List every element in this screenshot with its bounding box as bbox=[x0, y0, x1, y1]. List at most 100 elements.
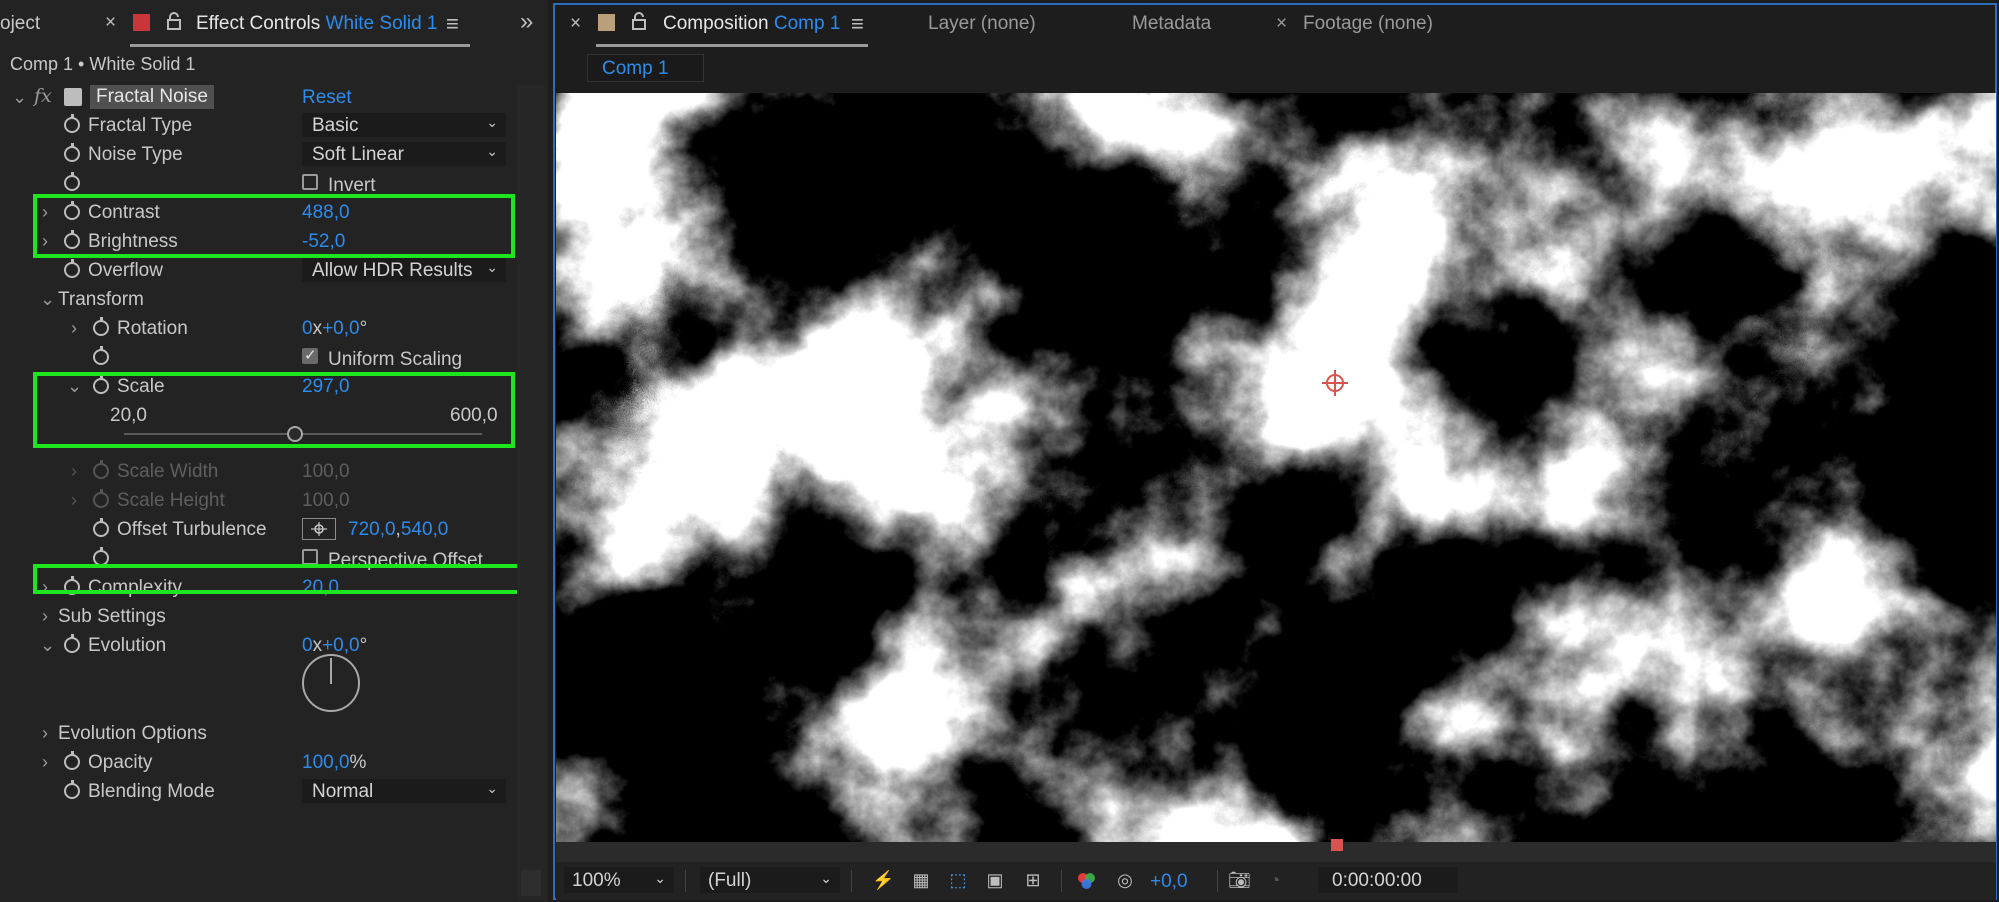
stopwatch-icon bbox=[93, 460, 109, 479]
scrollbar-thumb[interactable] bbox=[521, 870, 541, 896]
offset-turbulence-value[interactable]: 720,0,540,0 bbox=[348, 519, 448, 541]
chevron-down-icon[interactable]: ⌄ bbox=[40, 289, 55, 309]
invert-checkbox[interactable] bbox=[302, 174, 318, 190]
effect-controls-scrollbar[interactable] bbox=[517, 85, 545, 900]
resolution-dropdown[interactable]: (Full) ⌄ bbox=[700, 867, 840, 893]
fractal-type-dropdown[interactable]: Basic ⌄ bbox=[302, 113, 506, 137]
fast-previews-icon[interactable]: ⚡ bbox=[872, 870, 894, 890]
panel-menu-icon[interactable]: ≡ bbox=[851, 11, 864, 37]
chevron-right-icon[interactable]: › bbox=[67, 490, 81, 510]
tab-footage[interactable]: Footage (none) bbox=[1303, 13, 1433, 35]
group-transform[interactable]: ⌄ Transform bbox=[0, 286, 515, 314]
channel-rgb-icon[interactable] bbox=[1076, 870, 1098, 890]
region-of-interest-icon[interactable]: ▣ bbox=[984, 870, 1006, 890]
turns-separator: x bbox=[312, 635, 323, 656]
evolution-turns: 0 bbox=[302, 635, 313, 656]
stopwatch-icon[interactable] bbox=[64, 751, 80, 770]
prop-uniform-scaling: Uniform Scaling bbox=[0, 344, 515, 372]
dropdown-value: Allow HDR Results bbox=[312, 260, 473, 281]
chevron-down-icon[interactable]: ⌄ bbox=[12, 87, 27, 107]
group-evolution-options[interactable]: › Evolution Options bbox=[0, 720, 515, 748]
mask-path-visibility-icon[interactable]: ⬚ bbox=[947, 870, 969, 890]
rotation-degrees: +0,0 bbox=[322, 318, 360, 339]
stopwatch-icon[interactable] bbox=[64, 259, 80, 278]
prop-evolution: ⌄ Evolution 0x+0,0° bbox=[0, 632, 515, 660]
camera-snapshot-icon[interactable]: 📷︎ bbox=[1228, 870, 1251, 890]
prop-overflow: Overflow Allow HDR Results ⌄ bbox=[0, 257, 515, 285]
prop-offset-turbulence: Offset Turbulence 720,0,540,0 bbox=[0, 516, 515, 544]
composition-viewer[interactable] bbox=[556, 93, 1996, 842]
prop-label: Blending Mode bbox=[88, 781, 215, 802]
chevron-right-icon[interactable]: › bbox=[38, 606, 52, 626]
perspective-offset-checkbox[interactable] bbox=[302, 549, 318, 565]
reset-exposure-icon[interactable]: ◎ bbox=[1114, 870, 1136, 890]
chevron-right-icon[interactable]: › bbox=[38, 723, 52, 743]
lock-icon[interactable] bbox=[631, 11, 647, 31]
dropdown-value: Basic bbox=[312, 115, 359, 136]
uniform-scaling-checkbox[interactable] bbox=[302, 346, 318, 364]
close-footage-tab-icon[interactable]: × bbox=[1276, 13, 1287, 35]
stopwatch-icon[interactable] bbox=[64, 780, 80, 799]
prop-scale-height: › Scale Height 100,0 bbox=[0, 487, 515, 515]
chevron-down-icon: ⌄ bbox=[820, 870, 832, 886]
reset-link[interactable]: Reset bbox=[302, 87, 352, 109]
toolbar-divider bbox=[685, 870, 686, 892]
close-project-tab-icon[interactable]: × bbox=[105, 12, 116, 34]
tab-metadata[interactable]: Metadata bbox=[1132, 13, 1211, 35]
effect-name[interactable]: Fractal Noise bbox=[90, 85, 214, 109]
exposure-value[interactable]: +0,0 bbox=[1150, 871, 1188, 893]
chevron-down-icon[interactable]: ⌄ bbox=[40, 635, 55, 655]
current-time-indicator[interactable] bbox=[1331, 839, 1343, 851]
show-snapshot-icon[interactable]: ◔ bbox=[1264, 870, 1286, 890]
stopwatch-icon[interactable] bbox=[93, 518, 109, 537]
timecode-value: 0:00:00:00 bbox=[1332, 870, 1422, 891]
overflow-dropdown[interactable]: Allow HDR Results ⌄ bbox=[302, 258, 506, 282]
crosshair-point-icon[interactable] bbox=[302, 518, 336, 540]
timecode-field[interactable]: 0:00:00:00 bbox=[1318, 867, 1458, 893]
stopwatch-icon[interactable] bbox=[64, 634, 80, 653]
chevron-right-icon[interactable]: › bbox=[67, 318, 81, 338]
toolbar-divider bbox=[1217, 870, 1218, 892]
dropdown-value: Soft Linear bbox=[312, 144, 404, 165]
tab-effect-controls[interactable]: Effect Controls White Solid 1 bbox=[196, 13, 438, 35]
comp-subtab[interactable]: Comp 1 bbox=[587, 54, 704, 82]
anchor-point-crosshair-icon[interactable] bbox=[1322, 370, 1348, 396]
rotation-value[interactable]: 0x+0,0° bbox=[302, 318, 367, 340]
overflow-chevron-icon[interactable]: » bbox=[520, 8, 533, 36]
offset-x: 720,0 bbox=[348, 519, 396, 540]
stopwatch-icon[interactable] bbox=[93, 317, 109, 336]
prop-label: Overflow bbox=[88, 260, 163, 281]
tab-composition[interactable]: Composition Comp 1 bbox=[663, 13, 840, 35]
stopwatch-icon[interactable] bbox=[64, 172, 80, 191]
effect-preset-icon[interactable] bbox=[64, 88, 82, 106]
blending-mode-dropdown[interactable]: Normal ⌄ bbox=[302, 779, 506, 803]
stopwatch-icon[interactable] bbox=[64, 143, 80, 162]
chevron-right-icon[interactable]: › bbox=[67, 461, 81, 481]
transparency-grid-icon[interactable]: ▦ bbox=[910, 870, 932, 890]
tab-project-partial[interactable]: oject bbox=[0, 13, 40, 35]
grid-guides-icon[interactable]: ⊞ bbox=[1022, 870, 1044, 890]
mini-timeline-bar[interactable] bbox=[556, 842, 1996, 862]
prop-scale-width: › Scale Width 100,0 bbox=[0, 458, 515, 486]
stopwatch-icon[interactable] bbox=[93, 346, 109, 365]
zoom-dropdown[interactable]: 100% ⌄ bbox=[564, 867, 674, 893]
breadcrumb: Comp 1 • White Solid 1 bbox=[10, 54, 196, 74]
tab-composition-label: Composition bbox=[663, 13, 769, 34]
noise-type-dropdown[interactable]: Soft Linear ⌄ bbox=[302, 142, 506, 166]
fx-icon[interactable]: fx bbox=[34, 85, 52, 107]
tab-effect-controls-layer: White Solid 1 bbox=[325, 13, 438, 34]
group-sub-settings[interactable]: › Sub Settings bbox=[0, 603, 515, 631]
effect-header-row[interactable]: ⌄ fx Fractal Noise Reset bbox=[0, 84, 515, 112]
stopwatch-icon[interactable] bbox=[64, 114, 80, 133]
tab-layer[interactable]: Layer (none) bbox=[928, 13, 1036, 35]
chevron-right-icon[interactable]: › bbox=[38, 752, 52, 772]
fractal-noise-render bbox=[556, 93, 1996, 842]
active-tab-underline bbox=[596, 44, 868, 47]
lock-icon[interactable] bbox=[166, 11, 182, 31]
prop-label: Evolution bbox=[88, 635, 167, 656]
close-composition-tab-icon[interactable]: × bbox=[570, 13, 581, 35]
opacity-value[interactable]: 100,0% bbox=[302, 752, 366, 774]
panel-menu-icon[interactable]: ≡ bbox=[446, 11, 459, 37]
effect-label-color-swatch bbox=[133, 14, 150, 31]
evolution-angle-dial[interactable] bbox=[302, 654, 360, 712]
